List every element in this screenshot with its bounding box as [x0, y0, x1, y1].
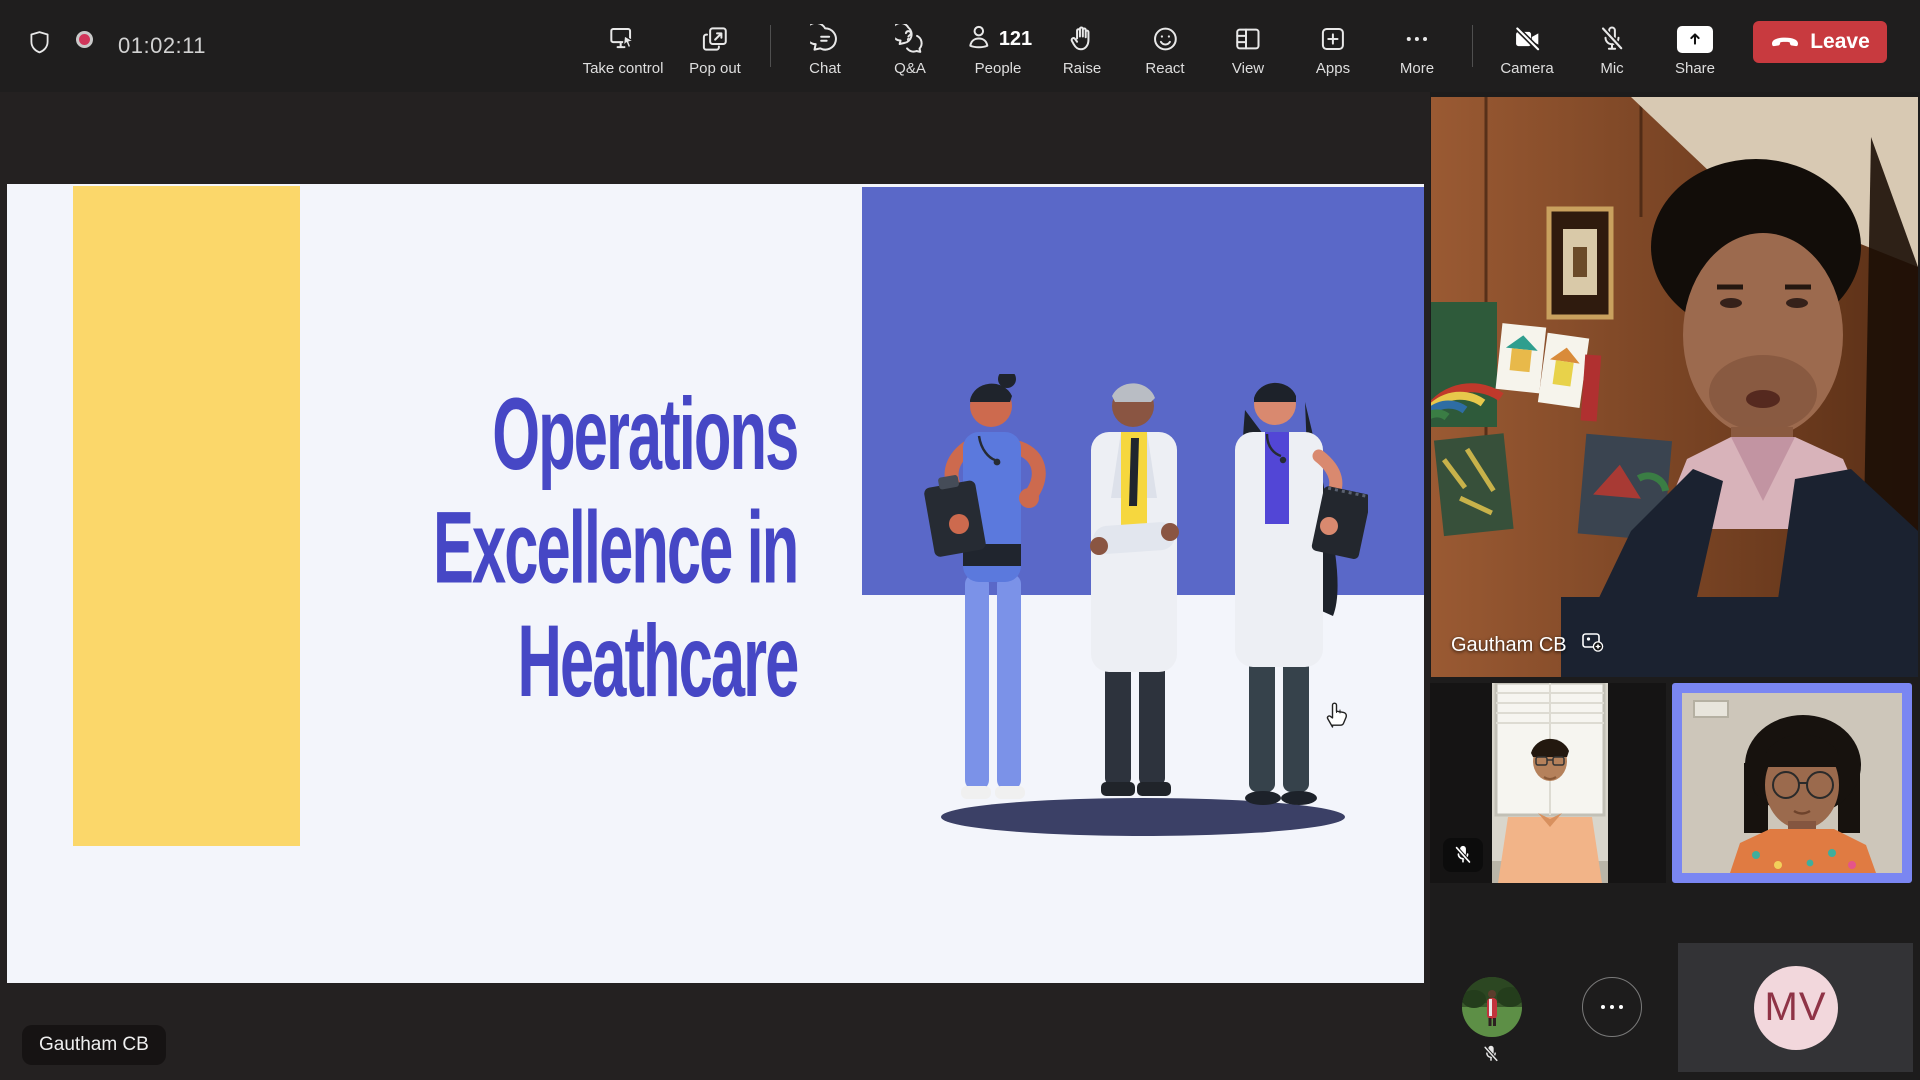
slide-title: Operations Excellence in Heathcare: [433, 378, 797, 718]
meeting-timer: 01:02:11: [118, 33, 206, 59]
slide-title-line3: Heathcare: [433, 605, 797, 718]
camera-toggle-button[interactable]: Camera: [1500, 24, 1553, 77]
doctor-figure: [1090, 383, 1179, 844]
raise-hand-button[interactable]: Raise: [1063, 24, 1101, 77]
presenter-name-overlay: Gautham CB: [22, 1025, 166, 1065]
recording-indicator-icon: [76, 31, 93, 48]
take-control-button[interactable]: Take control: [583, 24, 664, 77]
people-count-badge: 121: [999, 28, 1032, 51]
view-layout-icon: [1233, 24, 1263, 54]
leave-button[interactable]: Leave: [1753, 21, 1887, 63]
more-button[interactable]: More: [1400, 24, 1434, 77]
participant-video-tile[interactable]: [1430, 683, 1666, 883]
hand-cursor: [1322, 698, 1352, 735]
slide-yellow-bar: [73, 186, 300, 846]
security-shield-icon[interactable]: [26, 28, 53, 62]
slide-title-line1: Operations: [433, 378, 797, 491]
teams-meeting-window: 01:02:11 Take control Pop out: [0, 0, 1920, 1080]
healthcare-workers-illustration: [923, 374, 1368, 844]
speaker-name-label: Gautham CB: [1451, 634, 1567, 657]
pop-out-icon: [700, 24, 730, 54]
view-button[interactable]: View: [1232, 24, 1264, 77]
qa-icon: [895, 24, 925, 54]
speaker-video: [1431, 97, 1918, 677]
mic-toggle-button[interactable]: Mic: [1597, 24, 1627, 77]
react-button[interactable]: React: [1145, 24, 1184, 77]
shared-content-stage: Operations Excellence in Heathcare: [0, 92, 1430, 1080]
leave-label: Leave: [1810, 30, 1870, 54]
chat-button[interactable]: Chat: [809, 24, 841, 77]
mic-muted-icon: [1481, 1044, 1501, 1069]
share-icon: [1677, 26, 1713, 53]
more-dots-icon: [1402, 24, 1432, 54]
nurse-figure: [923, 374, 1039, 799]
participant-initials: MV: [1765, 985, 1827, 1030]
mic-off-icon: [1597, 24, 1627, 54]
apps-icon: [1318, 24, 1348, 54]
toolbar-separator: [770, 25, 771, 67]
participant-video: [1492, 683, 1608, 883]
participant-avatar[interactable]: [1462, 977, 1522, 1037]
people-icon: [964, 22, 994, 57]
take-control-icon: [608, 24, 638, 54]
participants-sidebar: Gautham CB: [1430, 92, 1920, 1080]
share-button[interactable]: Share: [1675, 24, 1715, 77]
participant-initials-tile[interactable]: MV: [1678, 943, 1913, 1072]
raise-hand-icon: [1067, 24, 1097, 54]
speaker-video-tile[interactable]: Gautham CB: [1431, 97, 1918, 677]
initials-avatar: MV: [1754, 966, 1838, 1050]
qa-button[interactable]: Q&A: [894, 24, 926, 77]
active-participant-video: [1682, 693, 1902, 873]
camera-off-icon: [1511, 24, 1543, 54]
apps-button[interactable]: Apps: [1316, 24, 1350, 77]
hidden-participants-menu[interactable]: [1582, 977, 1642, 1037]
hangup-icon: [1770, 30, 1800, 54]
meeting-toolbar: 01:02:11 Take control Pop out: [0, 0, 1920, 92]
woman-doctor-figure: [1235, 383, 1368, 805]
mic-muted-badge: [1443, 838, 1483, 872]
react-smiley-icon: [1150, 24, 1180, 54]
slide-title-line2: Excellence in: [433, 491, 797, 604]
presentation-slide: Operations Excellence in Heathcare: [7, 184, 1424, 983]
chat-icon: [810, 24, 840, 54]
pop-out-button[interactable]: Pop out: [689, 24, 741, 77]
spotlight-icon: [1581, 631, 1605, 659]
toolbar-separator: [1472, 25, 1473, 67]
people-button[interactable]: 121 People: [964, 24, 1032, 77]
active-participant-video-tile[interactable]: [1672, 683, 1912, 883]
